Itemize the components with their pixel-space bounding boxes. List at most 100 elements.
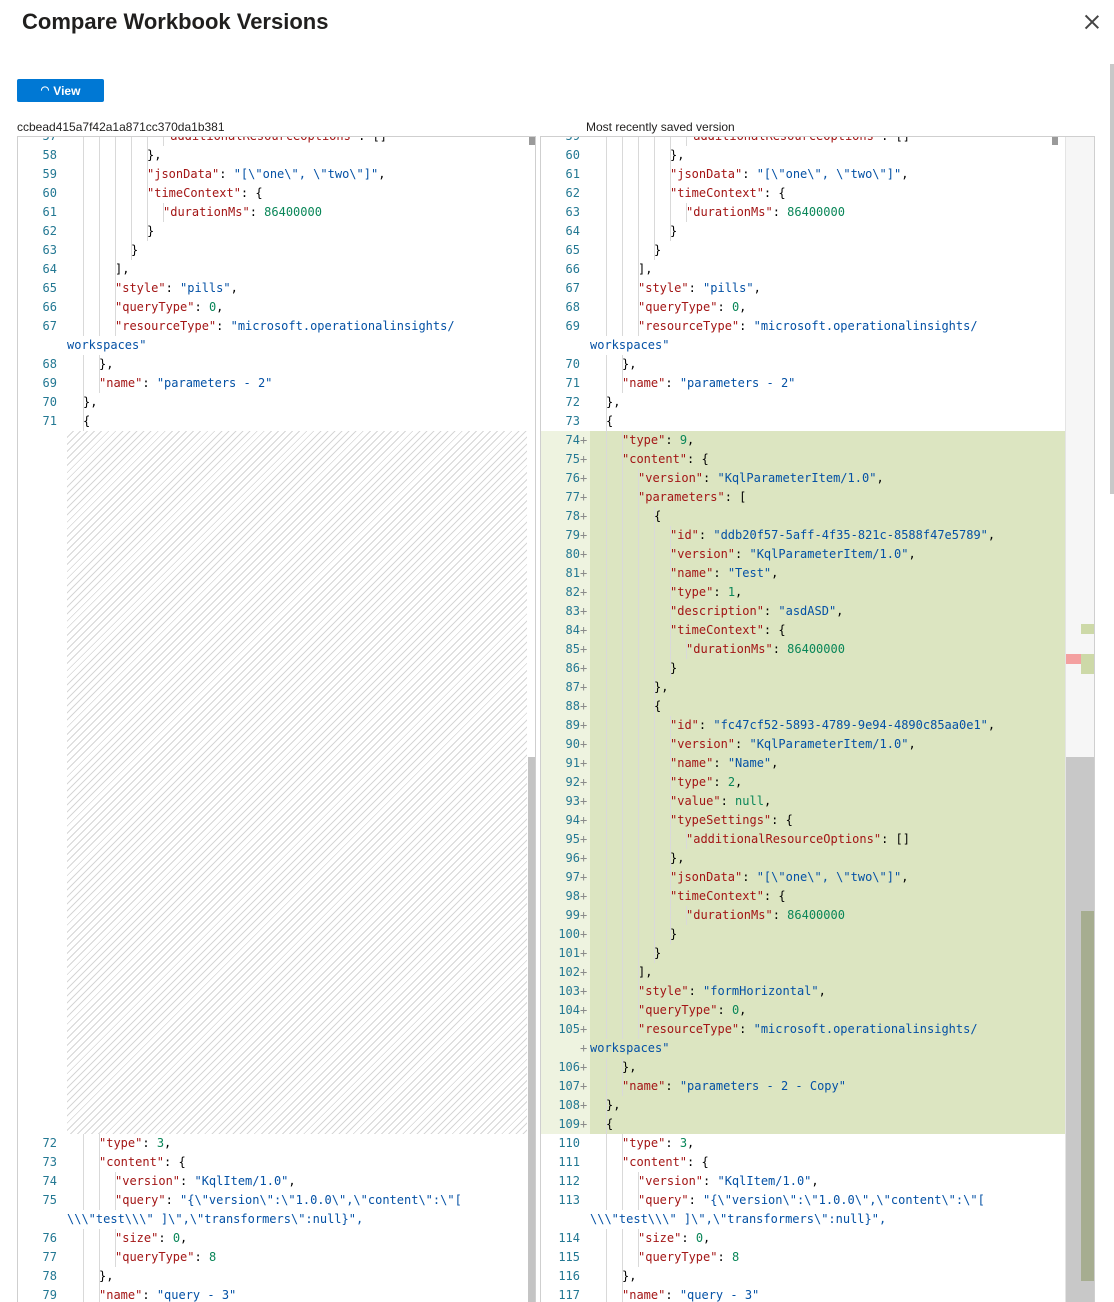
line-code: "content": {	[67, 1153, 535, 1172]
indent-guide	[115, 298, 116, 317]
indent-guide	[99, 260, 100, 279]
code-line: 60},	[541, 146, 1094, 165]
indent-guide	[622, 697, 623, 716]
indent-guide	[163, 203, 164, 222]
indent-guide	[83, 355, 84, 374]
added-plus-icon: +	[580, 984, 588, 998]
indent-guide	[622, 868, 623, 887]
code-text: "timeContext": {	[67, 184, 263, 203]
code-key: "resourceType"	[115, 319, 217, 333]
added-plus-icon: +	[580, 718, 588, 732]
left-scroll-thumb[interactable]	[528, 757, 535, 1302]
added-line: 85 + "durationMs": 86400000	[541, 640, 1094, 659]
indent-guide	[654, 773, 655, 792]
line-code: },	[590, 355, 1094, 374]
code-punctuation: {	[606, 1117, 614, 1131]
left-scrollbar[interactable]	[528, 137, 535, 1302]
code-line: 78},	[18, 1267, 535, 1286]
code-key: "content"	[622, 1155, 688, 1169]
added-plus-icon: +	[580, 699, 588, 713]
added-line: 83 + "description": "asdASD",	[541, 602, 1094, 621]
code-key: "timeContext"	[670, 186, 764, 200]
code-text: {	[590, 697, 661, 716]
indent-guide	[622, 507, 623, 526]
code-string: "pills"	[180, 281, 231, 295]
code-text: "durationMs": 86400000	[590, 640, 845, 659]
added-line: 107 + "name": "parameters - 2 - Copy"	[541, 1077, 1094, 1096]
indent-guide	[670, 564, 671, 583]
indent-guide	[638, 659, 639, 678]
code-punctuation: }	[654, 243, 662, 257]
code-text: }	[67, 222, 154, 241]
indent-guide	[83, 1248, 84, 1267]
code-punctuation: ,	[687, 433, 695, 447]
code-text: "style": "pills",	[67, 279, 238, 298]
diff-overview-ruler[interactable]	[1065, 137, 1094, 1302]
indent-guide	[99, 317, 100, 336]
code-key: "value"	[670, 794, 721, 808]
line-number: 66	[565, 262, 580, 276]
code-punctuation: },	[606, 395, 621, 409]
code-line: 62 "timeContext": {	[541, 184, 1094, 203]
code-punctuation: :	[665, 1136, 680, 1150]
line-number: 78	[565, 509, 580, 523]
added-marker	[1081, 654, 1094, 674]
code-punctuation: :	[713, 585, 728, 599]
code-key: "additionalResourceOptions"	[686, 832, 882, 846]
code-punctuation: },	[622, 357, 637, 371]
line-code: {	[590, 412, 1094, 431]
close-icon[interactable]	[1082, 12, 1102, 32]
page-scrollbar[interactable]	[1110, 64, 1114, 494]
view-button[interactable]: ◠ View	[17, 79, 104, 102]
indent-guide	[83, 146, 84, 165]
code-text: "version": "KqlItem/1.0",	[590, 1172, 819, 1191]
indent-guide	[622, 792, 623, 811]
indent-guide	[83, 1229, 84, 1248]
code-string: "parameters - 2 - Copy"	[679, 1079, 846, 1093]
indent-guide	[622, 659, 623, 678]
indent-guide	[606, 773, 607, 792]
code-text: "content": {	[67, 1153, 186, 1172]
code-text: },	[590, 678, 668, 697]
indent-guide	[638, 1001, 639, 1020]
right-scrollbar[interactable]	[1051, 137, 1060, 1302]
indent-guide	[163, 137, 164, 146]
indent-guide	[670, 621, 671, 640]
indent-guide	[606, 906, 607, 925]
code-punctuation: :	[772, 205, 788, 219]
indent-guide	[606, 355, 607, 374]
indent-guide	[622, 678, 623, 697]
indent-guide	[606, 260, 607, 279]
indent-guide	[99, 298, 100, 317]
code-string: "formHorizontal"	[703, 984, 819, 998]
indent-guide	[638, 184, 639, 203]
code-punctuation: : {	[687, 1155, 709, 1169]
indent-guide	[654, 754, 655, 773]
code-punctuation: }	[654, 946, 662, 960]
code-text: {	[590, 1115, 613, 1134]
line-code: }	[67, 222, 535, 241]
code-punctuation: ],	[638, 965, 653, 979]
line-code: },	[67, 355, 535, 374]
original-version-editor[interactable]: 57 "additionalResourceOptions": [] 58}, 59 "…	[17, 136, 536, 1302]
added-line: 103 + "style": "formHorizontal",	[541, 982, 1094, 1001]
modified-version-editor[interactable]: 59 "additionalResourceOptions": [] 60}, 61 "…	[540, 136, 1095, 1302]
indent-guide	[115, 184, 116, 203]
indent-guide	[99, 146, 100, 165]
added-plus-icon: +	[580, 870, 588, 884]
indent-guide	[622, 754, 623, 773]
line-number: 76	[42, 1231, 57, 1245]
added-line: 77 + "parameters": [	[541, 488, 1094, 507]
indent-guide	[670, 545, 671, 564]
line-number: 72	[42, 1136, 57, 1150]
code-text: {	[67, 412, 90, 431]
added-plus-icon: +	[580, 1079, 588, 1093]
code-punctuation: : []	[881, 832, 910, 846]
indent-guide	[115, 279, 116, 298]
indent-guide	[638, 137, 639, 146]
indent-guide	[670, 868, 671, 887]
code-line: 113 "query": "{\"version\":\"1.0.0\",\"co…	[541, 1191, 1094, 1210]
indent-guide	[670, 754, 671, 773]
code-key: "name"	[622, 1079, 666, 1093]
indent-guide	[606, 602, 607, 621]
